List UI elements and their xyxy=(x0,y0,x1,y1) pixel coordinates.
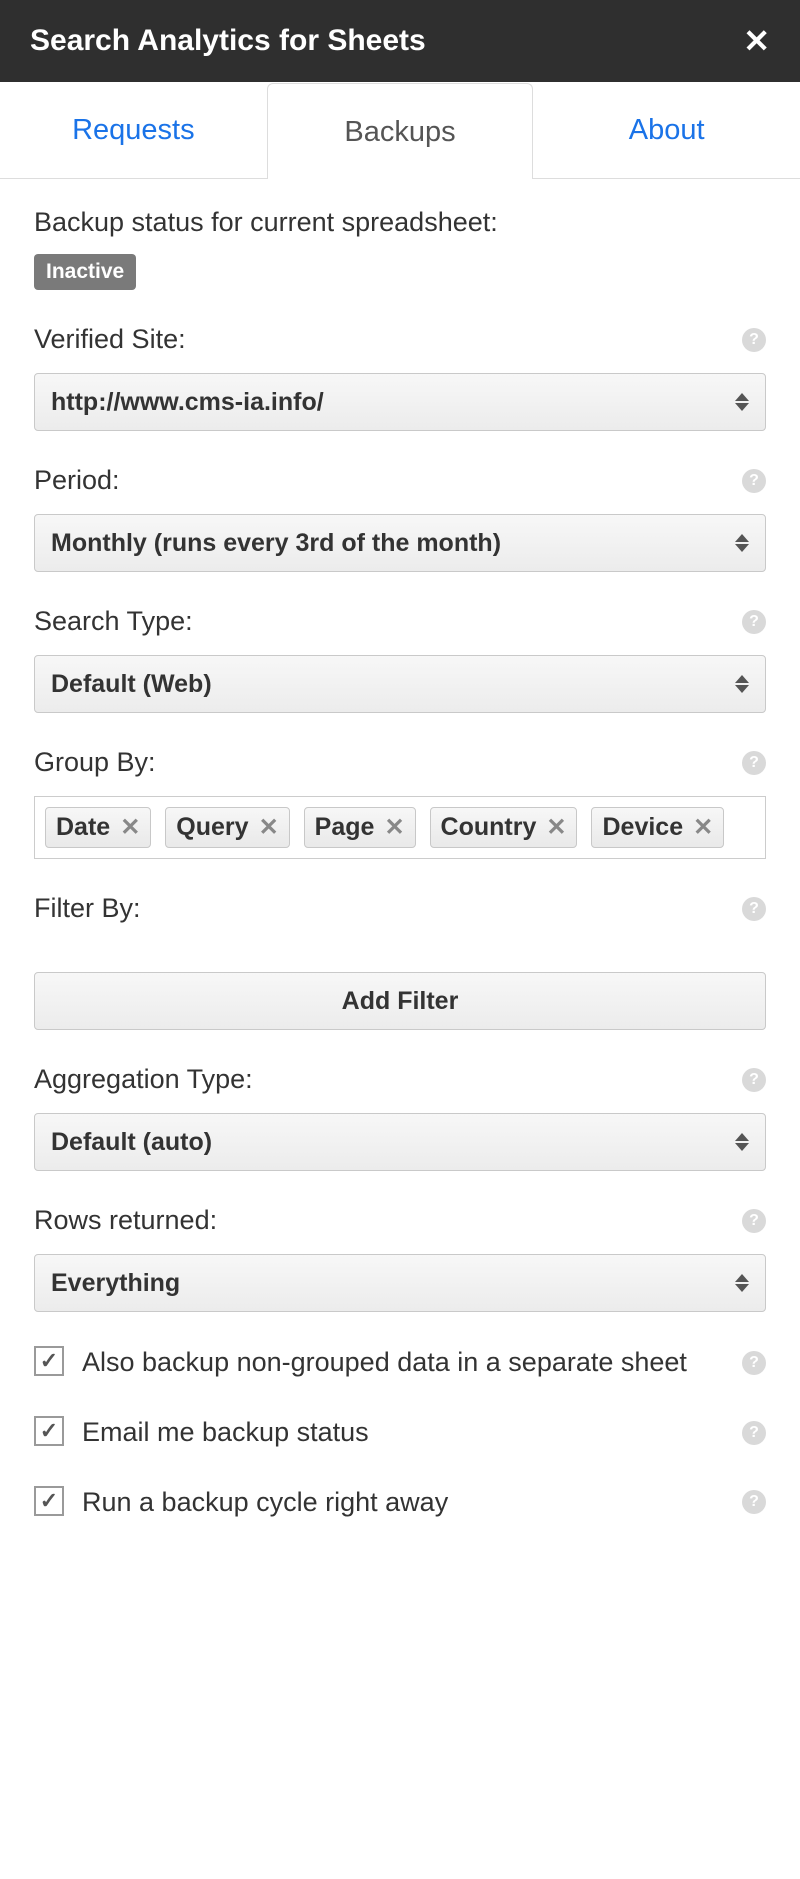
field-period: Period: ? Monthly (runs every 3rd of the… xyxy=(34,465,766,572)
rows-returned-select[interactable]: Everything xyxy=(34,1254,766,1312)
chip-page: Page ✕ xyxy=(304,807,416,848)
add-filter-label: Add Filter xyxy=(342,987,459,1016)
help-icon[interactable]: ? xyxy=(742,1490,766,1514)
chip-device: Device ✕ xyxy=(591,807,724,848)
tab-about[interactable]: About xyxy=(533,82,800,178)
chip-country: Country ✕ xyxy=(430,807,578,848)
group-by-label: Group By: xyxy=(34,747,156,778)
rows-returned-label: Rows returned: xyxy=(34,1205,217,1236)
help-icon[interactable]: ? xyxy=(742,1209,766,1233)
chip-remove-icon[interactable]: ✕ xyxy=(546,813,566,842)
header: Search Analytics for Sheets ✕ xyxy=(0,0,800,82)
select-arrows-icon xyxy=(735,393,749,411)
help-icon[interactable]: ? xyxy=(742,1068,766,1092)
checkbox-row-run-now: ✓ Run a backup cycle right away ? xyxy=(34,1484,766,1522)
checkbox-backup-nongrouped[interactable]: ✓ xyxy=(34,1346,64,1376)
field-rows-returned: Rows returned: ? Everything xyxy=(34,1205,766,1312)
search-type-label: Search Type: xyxy=(34,606,193,637)
chip-label: Page xyxy=(315,813,375,842)
chip-label: Device xyxy=(602,813,683,842)
search-type-value: Default (Web) xyxy=(51,670,212,699)
checkbox-label: Run a backup cycle right away xyxy=(82,1484,766,1522)
content: Backup status for current spreadsheet: I… xyxy=(0,179,800,1561)
help-icon[interactable]: ? xyxy=(742,1351,766,1375)
chip-remove-icon[interactable]: ✕ xyxy=(120,813,140,842)
aggregation-label: Aggregation Type: xyxy=(34,1064,253,1095)
checkbox-label: Email me backup status xyxy=(82,1414,766,1452)
help-icon[interactable]: ? xyxy=(742,469,766,493)
select-arrows-icon xyxy=(735,1133,749,1151)
status-badge: Inactive xyxy=(34,254,136,290)
close-icon[interactable]: ✕ xyxy=(743,22,770,60)
app-title: Search Analytics for Sheets xyxy=(30,24,426,58)
tab-backups[interactable]: Backups xyxy=(267,83,534,179)
checkbox-row-backup-nongrouped: ✓ Also backup non-grouped data in a sepa… xyxy=(34,1344,766,1382)
period-label: Period: xyxy=(34,465,120,496)
select-arrows-icon xyxy=(735,1274,749,1292)
field-filter-by: Filter By: ? Add Filter xyxy=(34,893,766,1030)
chip-date: Date ✕ xyxy=(45,807,151,848)
tab-bar: Requests Backups About xyxy=(0,82,800,179)
aggregation-value: Default (auto) xyxy=(51,1128,212,1157)
filter-by-label: Filter By: xyxy=(34,893,141,924)
help-icon[interactable]: ? xyxy=(742,328,766,352)
checkbox-row-email-status: ✓ Email me backup status ? xyxy=(34,1414,766,1452)
chip-label: Query xyxy=(176,813,248,842)
verified-site-select[interactable]: http://www.cms-ia.info/ xyxy=(34,373,766,431)
help-icon[interactable]: ? xyxy=(742,897,766,921)
tab-requests[interactable]: Requests xyxy=(0,82,267,178)
field-verified-site: Verified Site: ? http://www.cms-ia.info/ xyxy=(34,324,766,431)
chip-label: Date xyxy=(56,813,110,842)
help-icon[interactable]: ? xyxy=(742,610,766,634)
search-type-select[interactable]: Default (Web) xyxy=(34,655,766,713)
aggregation-select[interactable]: Default (auto) xyxy=(34,1113,766,1171)
chip-query: Query ✕ xyxy=(165,807,289,848)
chip-label: Country xyxy=(441,813,537,842)
checkbox-label: Also backup non-grouped data in a separa… xyxy=(82,1344,766,1382)
checkbox-run-now[interactable]: ✓ xyxy=(34,1486,64,1516)
field-search-type: Search Type: ? Default (Web) xyxy=(34,606,766,713)
field-aggregation-type: Aggregation Type: ? Default (auto) xyxy=(34,1064,766,1171)
select-arrows-icon xyxy=(735,534,749,552)
add-filter-button[interactable]: Add Filter xyxy=(34,972,766,1030)
checkbox-email-status[interactable]: ✓ xyxy=(34,1416,64,1446)
group-by-input[interactable]: Date ✕ Query ✕ Page ✕ Country ✕ Device ✕ xyxy=(34,796,766,859)
rows-returned-value: Everything xyxy=(51,1269,180,1298)
chip-remove-icon[interactable]: ✕ xyxy=(384,813,404,842)
backup-status-label: Backup status for current spreadsheet: xyxy=(34,207,766,238)
chip-remove-icon[interactable]: ✕ xyxy=(259,813,279,842)
verified-site-label: Verified Site: xyxy=(34,324,186,355)
verified-site-value: http://www.cms-ia.info/ xyxy=(51,388,324,417)
select-arrows-icon xyxy=(735,675,749,693)
period-value: Monthly (runs every 3rd of the month) xyxy=(51,529,501,558)
help-icon[interactable]: ? xyxy=(742,751,766,775)
field-group-by: Group By: ? Date ✕ Query ✕ Page ✕ Countr… xyxy=(34,747,766,859)
chip-remove-icon[interactable]: ✕ xyxy=(693,813,713,842)
help-icon[interactable]: ? xyxy=(742,1421,766,1445)
period-select[interactable]: Monthly (runs every 3rd of the month) xyxy=(34,514,766,572)
